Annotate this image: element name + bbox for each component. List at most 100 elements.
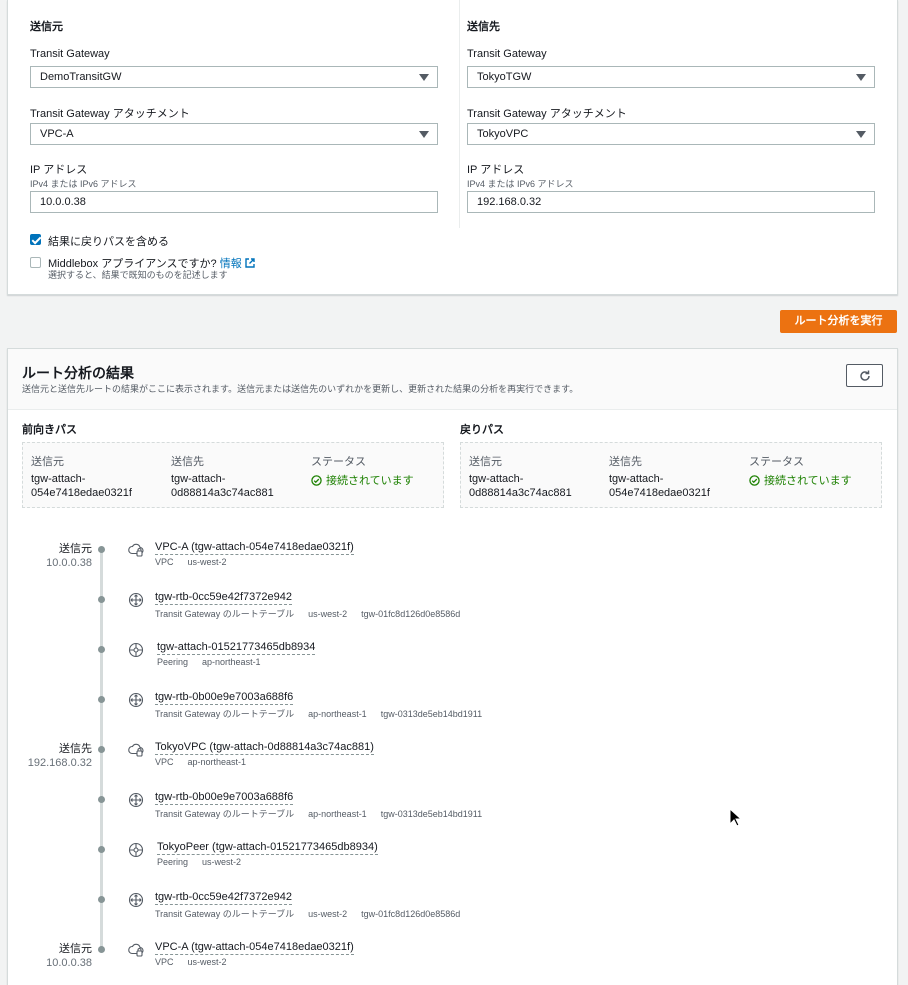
timeline-hop-title[interactable]: VPC-A (tgw-attach-054e7418edae0321f)	[155, 941, 354, 955]
timeline-dot	[98, 746, 105, 753]
source-ip-input[interactable]: 10.0.0.38	[30, 191, 438, 213]
timeline-hop-meta-item: Peering	[157, 657, 189, 667]
timeline-hop-meta-item: ap-northeast-1	[308, 809, 367, 819]
return-path-checkbox[interactable]	[30, 234, 41, 245]
refresh-icon	[860, 370, 870, 381]
return-path-label: 結果に戻りパスを含める	[48, 236, 169, 248]
results-title: ルート分析の結果	[22, 365, 134, 381]
forward-col-dest: 送信先	[171, 456, 204, 468]
timeline-hop-meta: VPC us-west-2	[155, 557, 241, 567]
timeline-hop-title[interactable]: TokyoPeer (tgw-attach-01521773465db8934)	[157, 841, 378, 855]
return-dest-line1: tgw-attach-	[609, 473, 664, 485]
return-dest-value: tgw-attach- 054e7418edae0321f	[609, 472, 739, 500]
route-table-icon	[128, 692, 144, 708]
return-status: 接続されています	[749, 472, 852, 488]
timeline-endpoint-label: 送信先 192.168.0.32	[28, 742, 92, 770]
return-status-text: 接続されています	[764, 475, 852, 487]
timeline-endpoint-label: 送信元 10.0.0.38	[46, 542, 92, 570]
timeline-hop-meta: Transit Gateway のルートテーブル ap-northeast-1 tg…	[155, 807, 496, 820]
timeline-dot	[98, 896, 105, 903]
timeline-hop-meta: Peering ap-northeast-1	[157, 657, 275, 667]
peering-icon	[128, 842, 144, 858]
timeline-dot	[98, 696, 105, 703]
timeline-hop-meta-item: us-west-2	[202, 857, 242, 867]
forward-dest-value: tgw-attach- 0d88814a3c74ac881	[171, 472, 301, 500]
timeline-hop-meta: Transit Gateway のルートテーブル us-west-2 tgw-01f…	[155, 907, 474, 920]
destination-ip-label: IP アドレス	[467, 164, 525, 176]
source-ip-label: IP アドレス	[30, 164, 88, 176]
destination-tgw-select[interactable]: TokyoTGW	[467, 66, 875, 88]
route-table-icon	[128, 592, 144, 608]
route-analyzer-form: 送信元 Transit Gateway DemoTransitGW Transi…	[7, 0, 898, 295]
check-circle-icon	[749, 475, 760, 486]
timeline-hop-meta-item: us-west-2	[308, 909, 348, 919]
route-table-icon	[128, 892, 144, 908]
middlebox-checkbox[interactable]	[30, 257, 41, 268]
timeline-hop-meta: VPC ap-northeast-1	[155, 757, 260, 767]
source-attach-select[interactable]: VPC-A	[30, 123, 438, 145]
source-attach-value: VPC-A	[40, 128, 74, 140]
timeline-hop-meta-item: tgw-0313de5eb14bd1911	[380, 709, 483, 719]
timeline-hop-meta-item: Peering	[157, 857, 189, 867]
timeline-hop-meta-item: ap-northeast-1	[308, 709, 367, 719]
caret-down-icon	[419, 131, 429, 138]
timeline-dot	[98, 846, 105, 853]
forward-dest-line2: 0d88814a3c74ac881	[171, 487, 274, 499]
timeline-hop-meta-item: ap-northeast-1	[187, 757, 247, 767]
timeline-endpoint-side: 送信先	[59, 743, 92, 755]
timeline-dot	[98, 546, 105, 553]
timeline-hop-title[interactable]: tgw-rtb-0cc59e42f7372e942	[155, 891, 292, 905]
timeline-hop-title[interactable]: tgw-attach-01521773465db8934	[157, 641, 316, 655]
return-col-status: ステータス	[749, 456, 804, 468]
forward-source-line2: 054e7418edae0321f	[31, 487, 132, 499]
results-header: ルート分析の結果 送信元と送信先ルートの結果がここに表示されます。送信元または送…	[8, 349, 897, 410]
source-tgw-label: Transit Gateway	[30, 48, 110, 60]
timeline-hop-title[interactable]: VPC-A (tgw-attach-054e7418edae0321f)	[155, 541, 354, 555]
destination-attach-value: TokyoVPC	[477, 128, 529, 140]
timeline-endpoint-ip: 10.0.0.38	[46, 957, 92, 969]
timeline-hop-title[interactable]: tgw-rtb-0cc59e42f7372e942	[155, 591, 292, 605]
destination-attach-select[interactable]: TokyoVPC	[467, 123, 875, 145]
timeline-endpoint-ip: 10.0.0.38	[46, 557, 92, 569]
timeline-hop-title[interactable]: tgw-rtb-0b00e9e7003a688f6	[155, 791, 294, 805]
timeline-endpoint-ip: 192.168.0.32	[27, 757, 92, 769]
timeline-endpoint-side: 送信元	[59, 943, 92, 955]
refresh-button[interactable]	[846, 364, 883, 387]
timeline-hop-meta-item: VPC	[155, 557, 174, 567]
timeline-dot	[98, 596, 105, 603]
destination-tgw-value: TokyoTGW	[477, 71, 532, 83]
timeline-hop-title[interactable]: tgw-rtb-0b00e9e7003a688f6	[155, 691, 294, 705]
forward-col-source: 送信元	[31, 456, 64, 468]
destination-attach-label: Transit Gateway アタッチメント	[467, 108, 627, 120]
run-route-analysis-button[interactable]: ルート分析を実行	[780, 310, 897, 333]
timeline-dot	[98, 946, 105, 953]
destination-ip-input[interactable]: 192.168.0.32	[467, 191, 875, 213]
forward-source-value: tgw-attach- 054e7418edae0321f	[31, 472, 161, 500]
destination-heading: 送信先	[467, 21, 500, 33]
timeline-hop-meta-item: Transit Gateway のルートテーブル	[155, 909, 295, 919]
return-path-summary: 送信元 送信先 ステータス tgw-attach- 0d88814a3c74ac…	[460, 442, 882, 508]
source-tgw-select[interactable]: DemoTransitGW	[30, 66, 438, 88]
peering-icon	[128, 642, 144, 658]
column-divider	[459, 0, 460, 228]
timeline-hop-meta-item: Transit Gateway のルートテーブル	[155, 609, 295, 619]
mouse-cursor-icon	[729, 808, 743, 827]
return-dest-line2: 054e7418edae0321f	[609, 487, 710, 499]
source-attach-label: Transit Gateway アタッチメント	[30, 108, 190, 120]
timeline-hop-title[interactable]: TokyoVPC (tgw-attach-0d88814a3c74ac881)	[155, 741, 374, 755]
return-path-heading: 戻りパス	[460, 424, 504, 436]
vpc-icon	[128, 742, 144, 758]
external-link-icon[interactable]	[245, 258, 255, 268]
timeline-dot	[98, 796, 105, 803]
timeline-hop-meta-item: tgw-01fc8d126d0e8586d	[361, 609, 461, 619]
caret-down-icon	[856, 74, 866, 81]
timeline-hop-meta: Transit Gateway のルートテーブル us-west-2 tgw-01f…	[155, 607, 474, 620]
timeline-hop-meta: Transit Gateway のルートテーブル ap-northeast-1 tg…	[155, 707, 496, 720]
forward-status: 接続されています	[311, 472, 414, 488]
return-source-value: tgw-attach- 0d88814a3c74ac881	[469, 472, 599, 500]
middlebox-desc: 選択すると、結果で既知のものを記述します	[48, 270, 228, 280]
return-source-line2: 0d88814a3c74ac881	[469, 487, 572, 499]
vpc-icon	[128, 542, 144, 558]
timeline-hop-meta-item: Transit Gateway のルートテーブル	[155, 709, 295, 719]
forward-path-heading: 前向きパス	[22, 424, 77, 436]
